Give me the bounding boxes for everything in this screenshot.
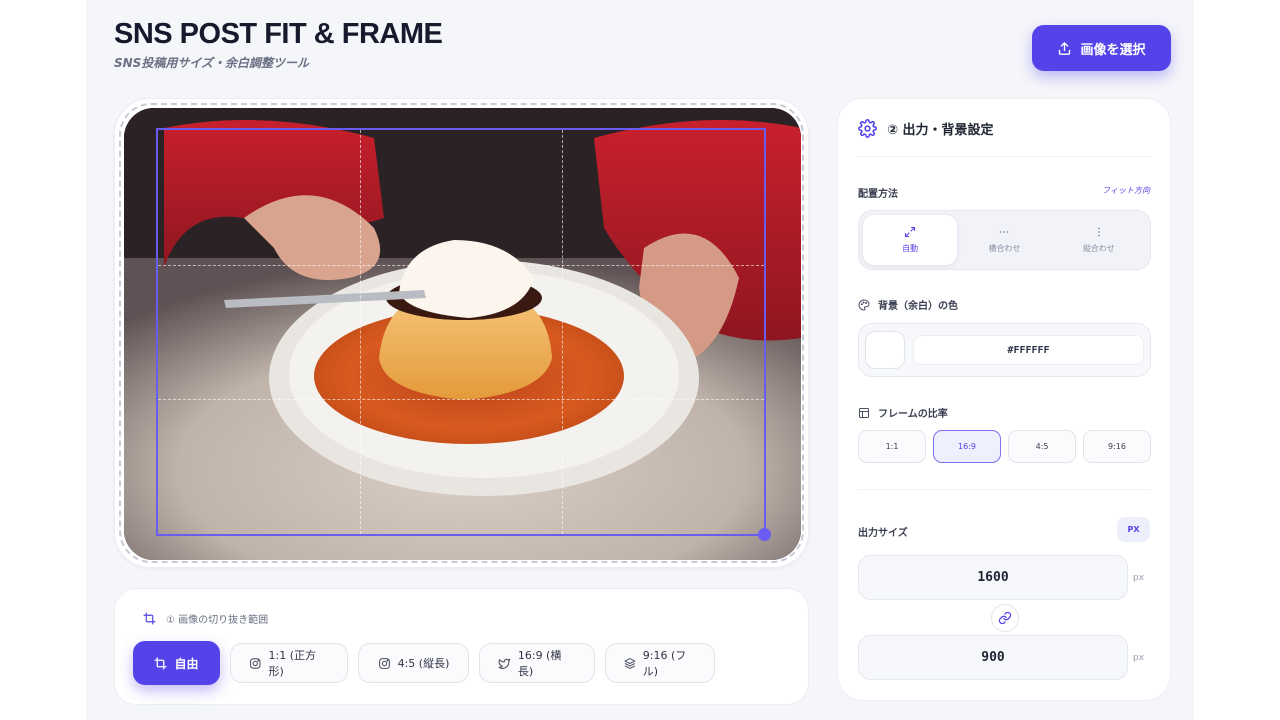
- ratio-4-5-button[interactable]: 4:5: [1008, 430, 1076, 463]
- placement-option-label: 縦合わせ: [1082, 244, 1115, 253]
- aspect-lock-button[interactable]: [991, 604, 1019, 632]
- app-subtitle: SNS投稿用サイズ・余白調整ツール: [114, 56, 309, 70]
- placement-vertical-option[interactable]: 縦合わせ: [1052, 215, 1146, 265]
- height-unit: px: [1133, 653, 1145, 663]
- preset-free-button[interactable]: 自由: [133, 641, 220, 685]
- fit-direction-hint: フィット方向: [1102, 186, 1150, 195]
- preset-label: 16:9 (横長): [517, 649, 562, 678]
- grid-line: [158, 399, 764, 401]
- expand-icon: [905, 226, 916, 238]
- select-image-button[interactable]: 画像を選択: [1032, 25, 1171, 71]
- placement-option-label: 自動: [902, 244, 919, 253]
- crop-preset-row: 自由 1:1 (正方形) 4:5 (縦長) 16:9 (横長) 9:16 (フル…: [133, 641, 715, 685]
- background-color-label: 背景（余白）の色: [858, 297, 958, 312]
- preset-label: 1:1 (正方形): [268, 649, 317, 678]
- ratio-16-9-button[interactable]: 16:9: [933, 430, 1001, 463]
- placement-option-label: 横合わせ: [988, 244, 1021, 253]
- image-canvas: [114, 98, 809, 568]
- layout-icon: [859, 407, 869, 418]
- link-icon: [998, 611, 1012, 625]
- grid-line: [561, 130, 563, 534]
- photo-preview: [124, 108, 801, 560]
- grid-line: [158, 264, 764, 266]
- grid-line: [359, 130, 361, 534]
- divider: [858, 489, 1150, 490]
- settings-header: ② 出力・背景設定: [858, 119, 994, 138]
- instagram-icon: [378, 657, 390, 669]
- color-swatch[interactable]: [865, 331, 905, 369]
- crop-resize-handle[interactable]: [758, 528, 771, 541]
- app-root: SNS POST FIT & FRAME SNS投稿用サイズ・余白調整ツール 画…: [86, 0, 1194, 720]
- hex-color-field[interactable]: #FFFFFF: [913, 335, 1144, 365]
- placement-label: 配置方法: [858, 189, 898, 200]
- palette-icon: [858, 298, 870, 311]
- settings-title: ② 出力・背景設定: [887, 123, 994, 138]
- instagram-icon: [250, 657, 261, 669]
- preset-label: 9:16 (フル): [642, 649, 687, 678]
- crop-heading-label: ① 画像の切り抜き範囲: [166, 615, 269, 626]
- ratio-1-1-button[interactable]: 1:1: [858, 430, 926, 463]
- frame-ratio-options: 1:1 16:9 4:5 9:16: [858, 430, 1151, 463]
- crop-selection[interactable]: [156, 128, 771, 541]
- crop-icon: [154, 656, 168, 670]
- placement-horizontal-option[interactable]: 横合わせ: [957, 215, 1051, 265]
- crop-icon: [143, 612, 156, 625]
- placement-segmented-control: 自動 横合わせ 縦合わせ: [858, 210, 1151, 270]
- settings-panel: ② 出力・背景設定 配置方法 フィット方向 自動 横合わせ 縦合わせ 背景（余白…: [837, 98, 1171, 701]
- frame-ratio-label: フレームの比率: [858, 405, 948, 420]
- divider: [858, 156, 1150, 157]
- preset-label: 自由: [174, 656, 199, 671]
- app-title: SNS POST FIT & FRAME: [114, 18, 443, 50]
- background-color-picker: #FFFFFF: [858, 323, 1151, 377]
- crop-heading: ① 画像の切り抜き範囲: [143, 611, 268, 626]
- preset-full-button[interactable]: 9:16 (フル): [605, 643, 715, 683]
- output-size-label: 出力サイズ: [858, 528, 908, 539]
- ratio-9-16-button[interactable]: 9:16: [1083, 430, 1151, 463]
- height-input[interactable]: 900: [858, 635, 1128, 680]
- select-image-label: 画像を選択: [1080, 42, 1146, 58]
- frame-ratio-text: フレームの比率: [878, 409, 948, 420]
- gear-icon: [858, 119, 877, 138]
- crop-presets-card: ① 画像の切り抜き範囲 自由 1:1 (正方形) 4:5 (縦長) 16:9 (…: [114, 588, 809, 705]
- preset-landscape-button[interactable]: 16:9 (横長): [479, 643, 595, 683]
- unit-badge[interactable]: PX: [1117, 517, 1150, 542]
- background-color-text: 背景（余白）の色: [878, 301, 958, 312]
- width-input[interactable]: 1600: [858, 555, 1128, 600]
- vertical-dots-icon: [1097, 227, 1100, 237]
- horizontal-dots-icon: [1000, 231, 1009, 233]
- placement-auto-option[interactable]: 自動: [863, 215, 958, 265]
- width-unit: px: [1133, 573, 1145, 583]
- preset-portrait-button[interactable]: 4:5 (縦長): [358, 643, 469, 683]
- upload-icon: [1059, 41, 1071, 55]
- preset-square-button[interactable]: 1:1 (正方形): [230, 643, 348, 683]
- preset-label: 4:5 (縦長): [397, 657, 450, 670]
- layers-icon: [624, 657, 636, 669]
- twitter-icon: [498, 658, 511, 669]
